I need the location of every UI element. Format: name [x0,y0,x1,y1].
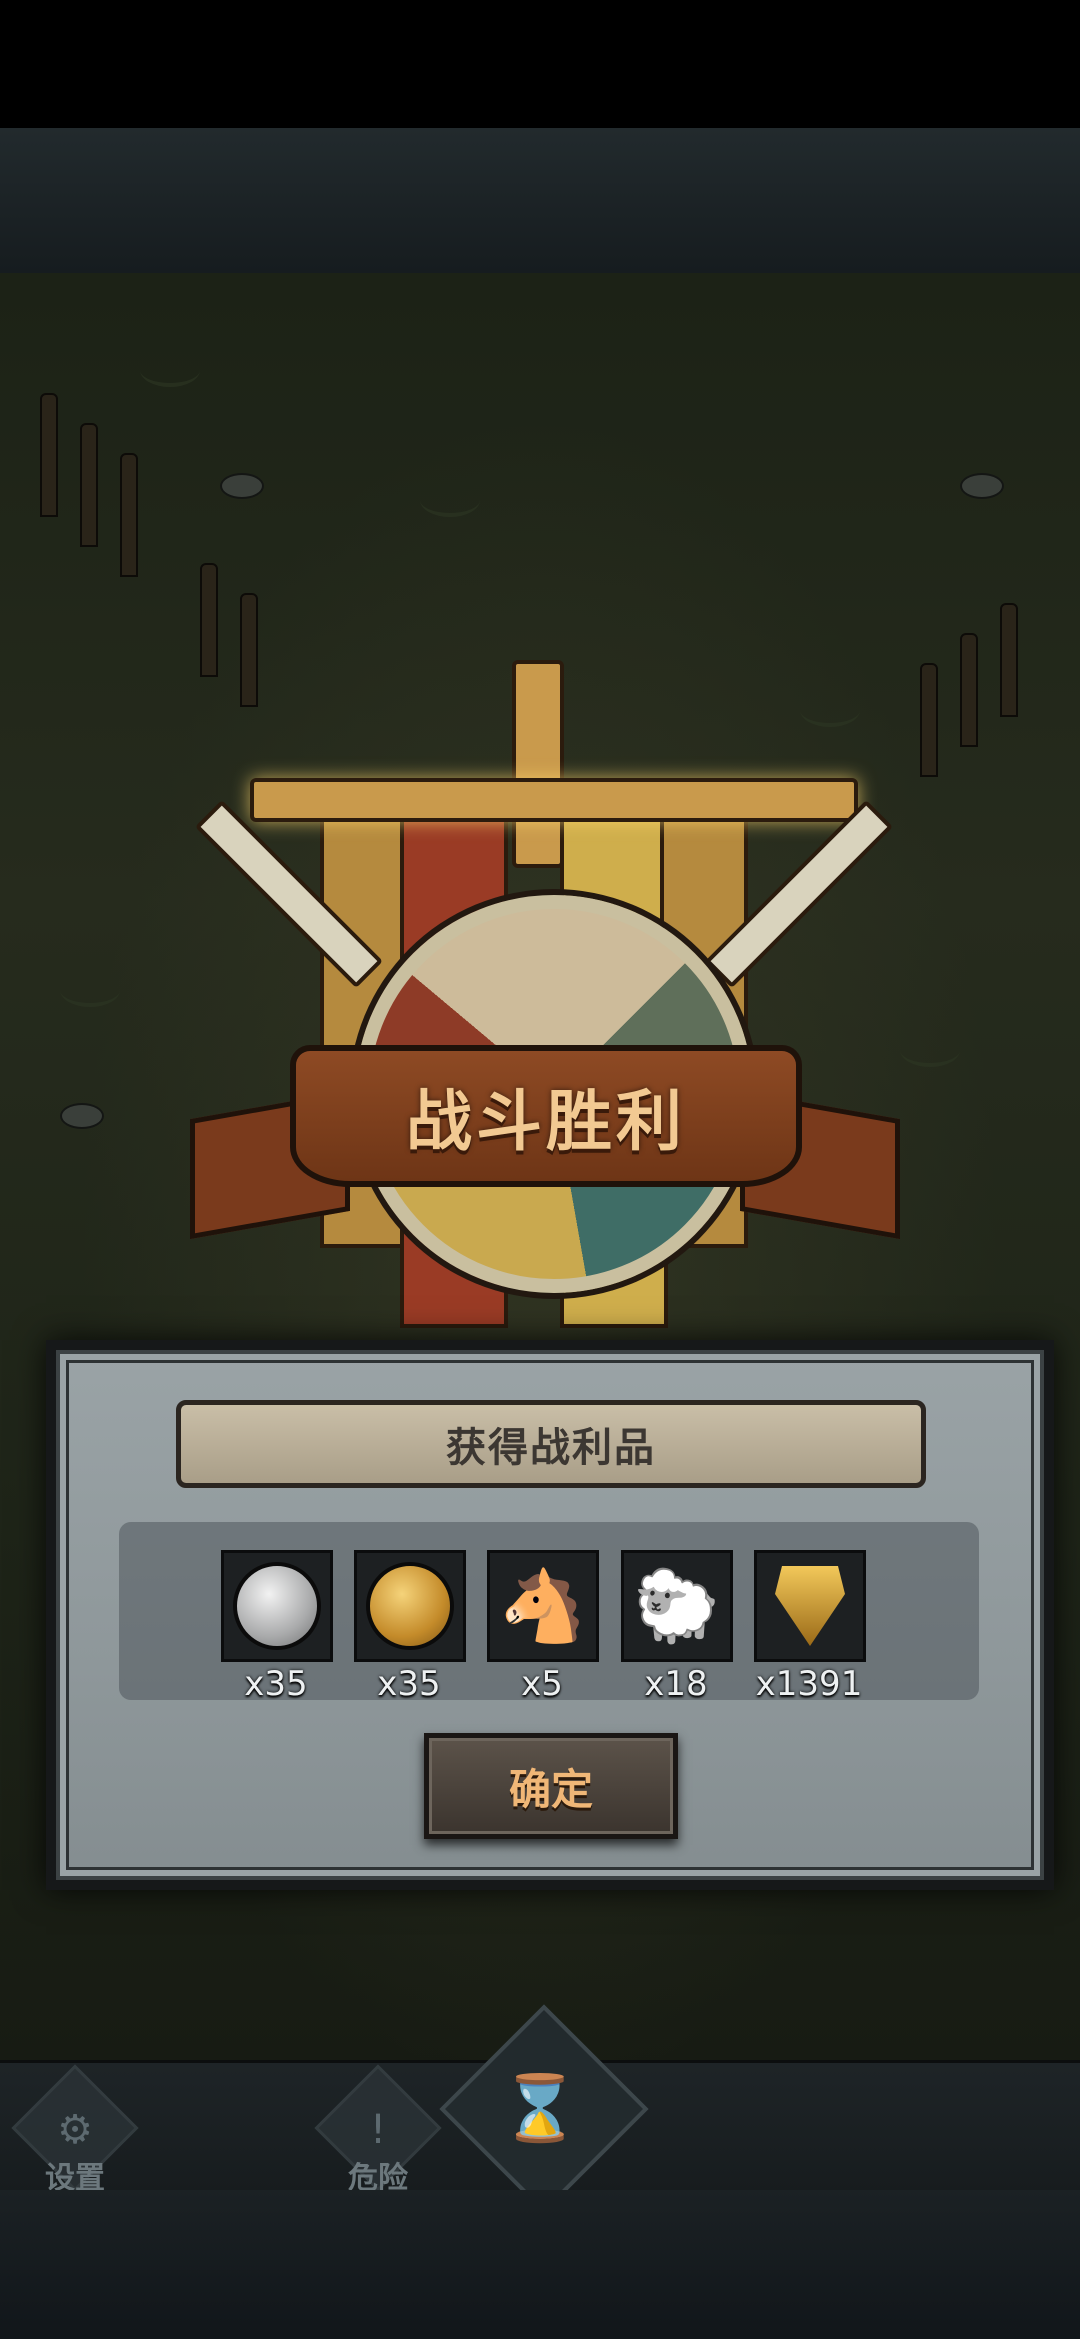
reward-icon-frame [354,1550,466,1662]
exclamation-icon: ! [369,2107,387,2153]
fence-post [120,453,138,577]
reward-item[interactable]: x35 [221,1550,333,1704]
confirm-button-label: 确定 [508,1764,593,1814]
grass-tuft [420,483,480,517]
bottom-hud: ⚙ 设置 ! 危险 ⌛ [0,2004,1080,2214]
reward-title: 获得战利品 [446,1425,656,1471]
reward-icon-frame [754,1550,866,1662]
reward-icon-frame [221,1550,333,1662]
fence-post [1000,603,1018,717]
fence-post [80,423,98,547]
reward-icon-frame: 🐴 [487,1550,599,1662]
reward-item[interactable]: 🐑 x18 [621,1550,733,1704]
banner-crossbar [250,778,858,822]
grass-tuft [140,353,200,387]
sheep-icon: 🐑 [633,1565,721,1647]
danger-button[interactable]: ! 危险 [314,2064,442,2196]
grass-tuft [60,973,120,1007]
confirm-button[interactable]: 确定 [424,1733,678,1839]
reward-tray: x35 x35 🐴 x5 🐑 x18 x1391 [119,1522,979,1704]
banner-pole [512,660,564,868]
bottom-strip [0,2190,1080,2339]
fence-post [40,393,58,517]
victory-emblem: 战斗胜利 [180,650,900,1350]
reward-item[interactable]: x1391 [754,1550,866,1704]
reward-title-plaque: 获得战利品 [176,1400,926,1488]
reward-icon-frame: 🐑 [621,1550,733,1662]
header-strip [0,128,1080,275]
fence-post [960,633,978,747]
reward-count: x35 [244,1664,308,1704]
rock [960,473,1004,499]
fence-post [920,663,938,777]
reward-item[interactable]: x35 [354,1550,466,1704]
reward-count: x5 [521,1664,563,1704]
rock [60,1103,104,1129]
grass-tuft [900,1033,960,1067]
reward-count: x18 [644,1664,708,1704]
victory-ribbon: 战斗胜利 [290,1045,802,1187]
silver-coin-icon [233,1562,321,1650]
rock [220,473,264,499]
gold-coin-icon [366,1562,454,1650]
reward-dialog: 获得战利品 x35 x35 🐴 x5 🐑 x18 x1391 确定 [46,1340,1054,1890]
hourglass-icon: ⌛ [500,2072,580,2146]
reward-count: x1391 [755,1664,863,1704]
reward-item[interactable]: 🐴 x5 [487,1550,599,1704]
settings-button[interactable]: ⚙ 设置 [11,2064,139,2196]
horse-icon: 🐴 [499,1565,587,1647]
victory-title: 战斗胜利 [406,1083,686,1160]
gear-icon: ⚙ [57,2107,93,2153]
reward-count: x35 [377,1664,441,1704]
top-black-bar [0,0,1080,128]
golden-crest-icon [775,1566,845,1646]
